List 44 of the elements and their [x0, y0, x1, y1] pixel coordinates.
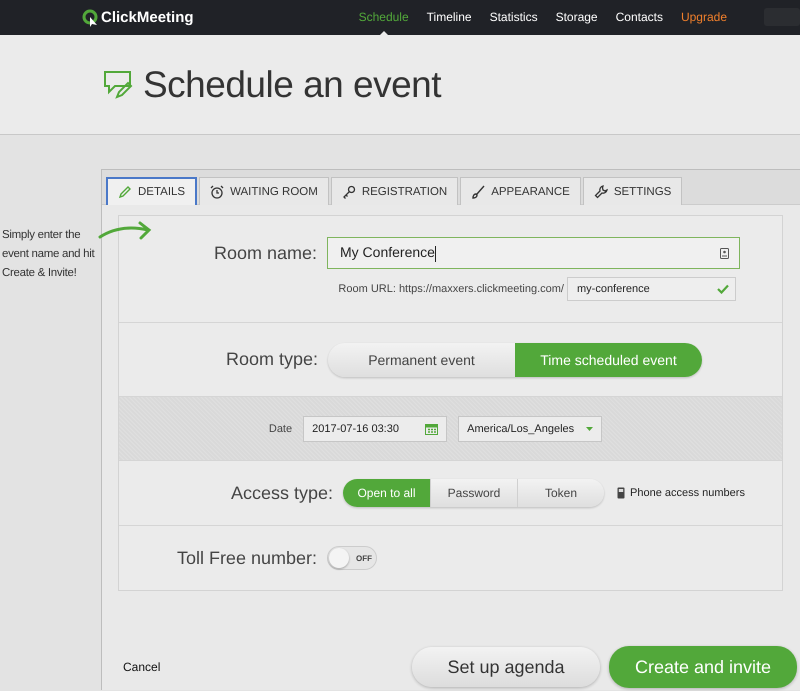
field-label: Room name: — [212, 242, 318, 264]
tab[interactable]: WAITING ROOM — [199, 177, 329, 205]
check-icon — [717, 284, 729, 294]
field-label: Room type: — [224, 349, 319, 370]
room-url-label: Room URL: https://maxxers.clickmeeting.com/ — [338, 283, 564, 295]
key-icon — [342, 184, 356, 198]
logo-icon — [82, 8, 98, 26]
tab[interactable]: DETAILS — [106, 177, 198, 205]
agenda-button[interactable]: Set up agenda — [412, 647, 600, 687]
chat-edit-icon — [103, 70, 133, 100]
nav-link[interactable]: Timeline — [418, 0, 481, 35]
contact-card-icon — [720, 248, 729, 258]
access-option[interactable]: Password — [430, 479, 517, 507]
access-option[interactable]: Token — [517, 479, 604, 507]
caret-icon — [586, 426, 594, 430]
nav-link[interactable]: Upgrade — [672, 0, 736, 35]
field-label: Access type: — [230, 482, 334, 504]
toggle-switch[interactable]: OFF — [327, 546, 377, 570]
nav-link[interactable]: Statistics — [480, 0, 547, 35]
date-label: Date — [268, 422, 292, 434]
curved-arrow-icon — [98, 220, 154, 242]
nav-link[interactable]: Contacts — [606, 0, 672, 35]
phone-icon — [617, 487, 625, 499]
alarm-clock-icon — [210, 184, 224, 198]
wrench-icon — [594, 184, 608, 198]
calendar-icon — [425, 422, 438, 434]
nav-link[interactable]: Schedule — [350, 0, 418, 35]
pencil-icon — [118, 185, 132, 199]
date-field[interactable]: 2017-07-16 03:30 — [303, 416, 448, 442]
timezone-dropdown[interactable]: America/Los_Angeles — [458, 416, 602, 442]
room-url-field[interactable]: my-conference — [567, 277, 736, 301]
page-title: Schedule an event — [143, 64, 442, 106]
tab[interactable]: REGISTRATION — [330, 177, 458, 205]
room-type-option[interactable]: Permanent event — [328, 342, 515, 376]
room-name-field[interactable]: My Conference — [327, 237, 740, 269]
hint-text: Simply enter the event name and hit Create & Invite! — [2, 228, 96, 281]
tab[interactable]: SETTINGS — [582, 177, 682, 205]
tab[interactable]: APPEARANCE — [460, 177, 581, 205]
field-label: Toll Free number: — [176, 548, 318, 568]
nav-link[interactable]: Storage — [546, 0, 607, 35]
brush-icon — [471, 184, 486, 198]
phone-access-link[interactable]: Phone access numbers — [630, 487, 745, 499]
logo-text: ClickMeeting — [101, 9, 194, 26]
cancel-button[interactable]: Cancel — [123, 660, 160, 674]
